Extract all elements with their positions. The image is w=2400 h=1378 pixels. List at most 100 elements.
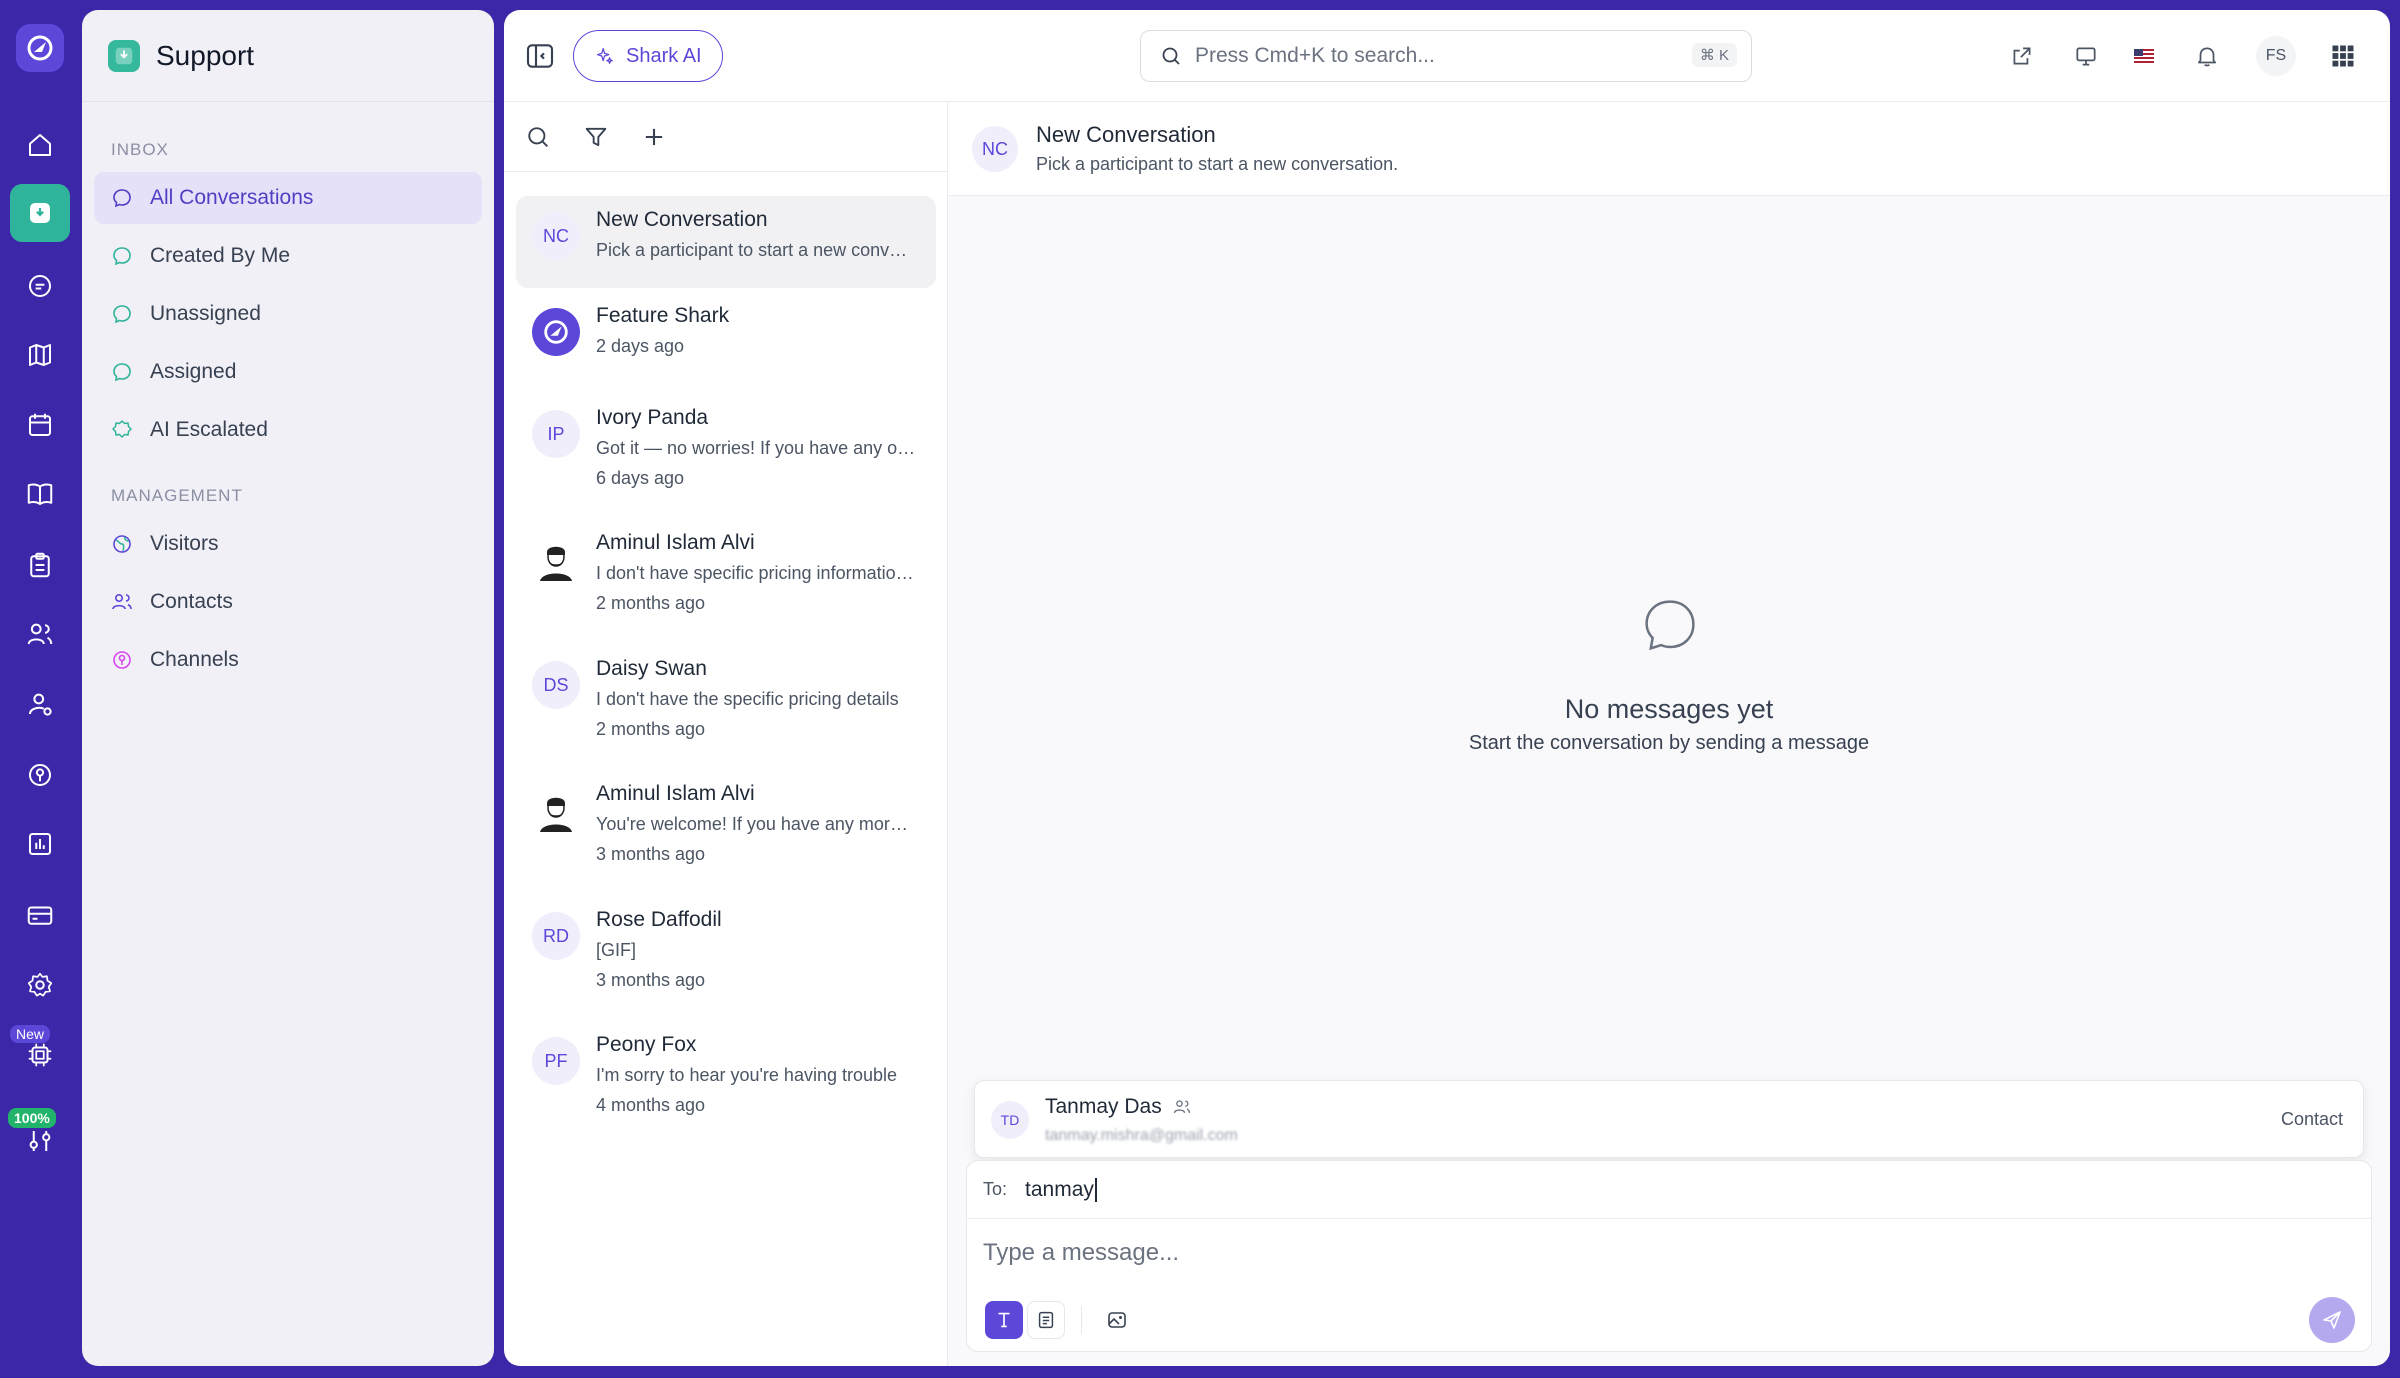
support-panel: Support INBOX All Conversations Created …: [82, 10, 494, 1366]
user-settings-icon[interactable]: [10, 675, 70, 733]
conversation-item[interactable]: Aminul Islam Alvi I don't have specific …: [516, 519, 936, 613]
nav-all-conversations[interactable]: All Conversations: [94, 172, 482, 224]
note-icon[interactable]: [1027, 1301, 1065, 1339]
users-icon[interactable]: [10, 605, 70, 663]
filter-icon[interactable]: [582, 123, 610, 151]
user-avatar[interactable]: FS: [2256, 36, 2296, 76]
bell-icon[interactable]: [2191, 40, 2223, 72]
nav-ai-escalated[interactable]: AI Escalated: [94, 404, 482, 456]
plus-icon[interactable]: [640, 123, 668, 151]
app-logo-icon[interactable]: [16, 24, 64, 72]
recipient-input[interactable]: tanmay: [1025, 1177, 1097, 1202]
composer-toolbar: [985, 1301, 1136, 1339]
nav-label: Channels: [150, 648, 239, 671]
chat-bubble-icon: [113, 363, 131, 382]
chat-panel: NC New Conversation Pick a participant t…: [948, 102, 2390, 1366]
analytics-icon[interactable]: [10, 815, 70, 873]
search-placeholder: Press Cmd+K to search...: [1195, 44, 1435, 67]
map-icon[interactable]: [10, 326, 70, 384]
conversation-time: 2 months ago: [596, 719, 706, 739]
nav-visitors[interactable]: Visitors: [94, 518, 482, 570]
chat-bubble-icon: [113, 305, 131, 324]
book-icon[interactable]: [10, 465, 70, 523]
calendar-icon[interactable]: [10, 396, 70, 454]
image-icon[interactable]: [1098, 1301, 1136, 1339]
conversation-name: Ivory Panda: [596, 406, 709, 429]
inbox-icon[interactable]: [10, 184, 70, 242]
toolbar-divider: [1081, 1306, 1082, 1334]
conversation-item[interactable]: RD Rose Daffodil [GIF] 3 months ago: [516, 896, 936, 990]
sliders-icon[interactable]: [10, 1112, 70, 1170]
suggestion-avatar: TD: [991, 1101, 1029, 1139]
empty-state-subtitle: Start the conversation by sending a mess…: [1468, 732, 1870, 754]
contact-icon: [1173, 1100, 1190, 1114]
nav-label: Assigned: [150, 360, 237, 383]
conversation-preview: I don't have specific pricing informatio…: [596, 563, 916, 583]
text-format-icon[interactable]: [985, 1301, 1023, 1339]
conversation-preview: [GIF]: [596, 940, 636, 960]
clipboard-icon[interactable]: [10, 536, 70, 594]
sidebar-toggle-icon[interactable]: [524, 40, 556, 72]
send-button[interactable]: [2309, 1297, 2355, 1343]
chat-subtitle: Pick a participant to start a new conver…: [1036, 154, 1399, 174]
inbox-section-label: INBOX: [111, 140, 169, 159]
home-icon[interactable]: [10, 116, 70, 174]
message-input[interactable]: Type a message...: [983, 1239, 1179, 1267]
empty-chat-bubble-icon: [1637, 592, 1703, 658]
chat-header: NC New Conversation Pick a participant t…: [948, 102, 2390, 196]
panel-header: Support: [82, 10, 494, 102]
conversation-time: 2 months ago: [596, 593, 706, 613]
top-bar: Shark AI Press Cmd+K to search... ⌘ K FS: [504, 10, 2390, 102]
conversation-preview: Pick a participant to start a new conver…: [596, 240, 916, 260]
chat-icon[interactable]: [10, 257, 70, 315]
send-icon: [2323, 1311, 2341, 1329]
to-label: To:: [983, 1179, 1008, 1199]
location-icon[interactable]: [10, 746, 70, 804]
conversation-name: New Conversation: [596, 208, 768, 231]
chat-bubble-icon: [113, 189, 131, 208]
chip-icon[interactable]: [10, 1026, 70, 1084]
monitor-icon[interactable]: [2070, 40, 2102, 72]
nav-contacts[interactable]: Contacts: [94, 576, 482, 628]
channel-icon: [113, 651, 131, 669]
support-app-icon: [108, 39, 140, 72]
conversation-item[interactable]: PF Peony Fox I'm sorry to hear you're ha…: [516, 1021, 936, 1115]
icon-rail: New 100%: [0, 0, 80, 1378]
nav-created-by-me[interactable]: Created By Me: [94, 230, 482, 282]
billing-icon[interactable]: [10, 886, 70, 944]
conversation-list: NC New Conversation Pick a participant t…: [504, 102, 948, 1366]
chat-header-avatar: NC: [972, 126, 1018, 172]
nav-assigned[interactable]: Assigned: [94, 346, 482, 398]
conversation-item[interactable]: NC New Conversation Pick a participant t…: [516, 196, 936, 288]
empty-state-title: No messages yet: [1564, 694, 1774, 724]
conversation-name: Aminul Islam Alvi: [596, 782, 755, 805]
conversation-item[interactable]: DS Daisy Swan I don't have the specific …: [516, 645, 936, 739]
nav-channels[interactable]: Channels: [94, 634, 482, 686]
suggestion-name: Tanmay Das: [1045, 1095, 1162, 1118]
conversation-time: 4 months ago: [596, 1095, 706, 1115]
apps-grid-icon[interactable]: [2327, 40, 2359, 72]
conversation-avatar: PF: [532, 1037, 580, 1085]
chat-bubble-icon: [113, 247, 131, 266]
nav-unassigned[interactable]: Unassigned: [94, 288, 482, 340]
conversation-item[interactable]: Feature Shark 2 days ago: [516, 292, 936, 384]
global-search-input[interactable]: Press Cmd+K to search... ⌘ K: [1140, 30, 1752, 82]
conversation-name: Daisy Swan: [596, 657, 707, 680]
external-link-icon[interactable]: [2006, 40, 2038, 72]
management-section-label: MANAGEMENT: [111, 486, 243, 505]
gear-icon[interactable]: [10, 956, 70, 1014]
conversation-avatar: DS: [532, 661, 580, 709]
conversation-item[interactable]: Aminul Islam Alvi You're welcome! If you…: [516, 770, 936, 864]
search-shortcut: ⌘ K: [1691, 43, 1737, 67]
shark-ai-button[interactable]: Shark AI: [573, 30, 723, 82]
us-flag-icon[interactable]: [2128, 40, 2160, 72]
main-area: Shark AI Press Cmd+K to search... ⌘ K FS: [504, 10, 2390, 1366]
search-icon[interactable]: [524, 123, 552, 151]
user-photo-avatar: [532, 786, 580, 834]
conversation-item[interactable]: IP Ivory Panda Got it — no worries! If y…: [516, 394, 936, 488]
conversation-name: Feature Shark: [596, 304, 730, 327]
recipient-suggestion[interactable]: TD Tanmay Das tanmay.mishra@gmail.com Co…: [974, 1080, 2364, 1158]
conversation-preview: I don't have the specific pricing detail…: [596, 689, 899, 709]
conversation-avatar: NC: [532, 212, 580, 260]
feature-shark-logo-icon: [532, 308, 580, 356]
